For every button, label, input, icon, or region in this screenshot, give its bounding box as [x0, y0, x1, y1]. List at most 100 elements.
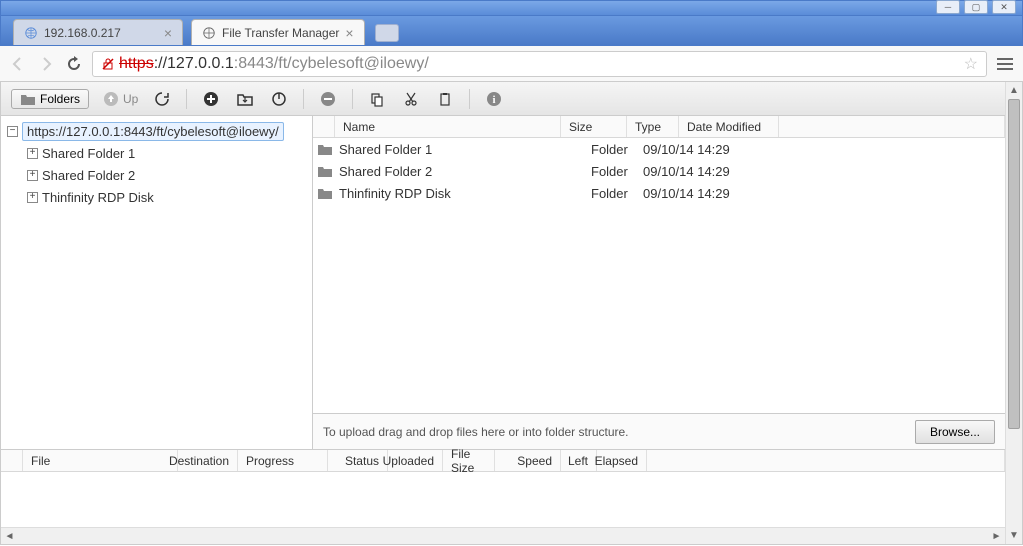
- column-type[interactable]: Type: [627, 116, 679, 137]
- window-maximize-button[interactable]: ▢: [964, 0, 988, 14]
- tab-title: 192.168.0.217: [44, 26, 158, 40]
- column-date[interactable]: Date Modified: [679, 116, 779, 137]
- scroll-right-icon[interactable]: ►: [988, 528, 1005, 544]
- forward-button[interactable]: [36, 54, 56, 74]
- file-list-header: Name Size Type Date Modified: [313, 116, 1005, 138]
- bookmark-star-icon[interactable]: ☆: [964, 54, 978, 74]
- column-left[interactable]: Left: [561, 450, 597, 471]
- info-button[interactable]: i: [484, 89, 504, 109]
- column-handle[interactable]: [313, 116, 335, 137]
- separator: [186, 89, 187, 109]
- file-name: Shared Folder 2: [335, 164, 525, 179]
- progress-body: [1, 472, 1005, 527]
- folders-label: Folders: [40, 92, 80, 106]
- folder-icon: [317, 164, 335, 178]
- file-row[interactable]: Shared Folder 2 Folder 09/10/14 14:29: [313, 160, 1005, 182]
- window-minimize-button[interactable]: ─: [936, 0, 960, 14]
- column-destination[interactable]: Destination: [178, 450, 238, 471]
- column-status[interactable]: Status: [328, 450, 388, 471]
- scroll-left-icon[interactable]: ◄: [1, 529, 18, 545]
- column-file[interactable]: File: [23, 450, 178, 471]
- file-name: Shared Folder 1: [335, 142, 525, 157]
- file-type: Folder: [591, 142, 643, 157]
- copy-button[interactable]: [367, 89, 387, 109]
- delete-button[interactable]: [318, 89, 338, 109]
- up-label: Up: [123, 92, 138, 106]
- progress-panel: File Destination Progress Status Uploade…: [1, 449, 1005, 544]
- tree-root[interactable]: − https://127.0.0.1:8443/ft/cybelesoft@i…: [7, 120, 306, 142]
- window-close-button[interactable]: ✕: [992, 0, 1016, 14]
- collapse-icon[interactable]: −: [7, 126, 18, 137]
- file-type: Folder: [591, 164, 643, 179]
- column-filesize[interactable]: File Size: [443, 450, 495, 471]
- insecure-lock-icon: [101, 57, 115, 71]
- file-row[interactable]: Thinfinity RDP Disk Folder 09/10/14 14:2…: [313, 182, 1005, 204]
- folders-toggle-button[interactable]: Folders: [11, 89, 89, 109]
- tree-item[interactable]: + Shared Folder 1: [7, 142, 306, 164]
- tab-close-button[interactable]: ×: [164, 25, 172, 41]
- upload-dropzone[interactable]: To upload drag and drop files here or in…: [313, 413, 1005, 449]
- expand-icon[interactable]: +: [27, 170, 38, 181]
- refresh-button[interactable]: [152, 89, 172, 109]
- column-handle[interactable]: [1, 450, 23, 471]
- new-folder-button[interactable]: [201, 89, 221, 109]
- svg-text:i: i: [493, 94, 496, 106]
- file-date: 09/10/14 14:29: [643, 142, 743, 157]
- separator: [469, 89, 470, 109]
- file-list[interactable]: Shared Folder 1 Folder 09/10/14 14:29 Sh…: [313, 138, 1005, 413]
- separator: [352, 89, 353, 109]
- scroll-thumb[interactable]: [1008, 99, 1020, 429]
- column-spacer: [647, 450, 1005, 471]
- folder-icon: [317, 186, 335, 200]
- paste-button[interactable]: [435, 89, 455, 109]
- tree-item-label: Shared Folder 2: [42, 168, 135, 183]
- new-tab-button[interactable]: [375, 24, 399, 42]
- tab-close-button[interactable]: ×: [345, 25, 353, 41]
- file-row[interactable]: Shared Folder 1 Folder 09/10/14 14:29: [313, 138, 1005, 160]
- window-titlebar: ─ ▢ ✕: [0, 0, 1023, 16]
- power-button[interactable]: [269, 89, 289, 109]
- tab-title: File Transfer Manager: [222, 26, 339, 40]
- browser-tab-strip: 192.168.0.217 × File Transfer Manager ×: [0, 16, 1023, 46]
- up-button[interactable]: Up: [103, 91, 138, 107]
- expand-icon[interactable]: +: [27, 148, 38, 159]
- url-port: :8443: [234, 55, 274, 73]
- tree-item[interactable]: + Thinfinity RDP Disk: [7, 186, 306, 208]
- horizontal-scrollbar[interactable]: ◄ ►: [1, 527, 1005, 544]
- file-date: 09/10/14 14:29: [643, 186, 743, 201]
- url-domain: ://127.0.0.1: [154, 55, 234, 73]
- browser-tab[interactable]: File Transfer Manager ×: [191, 19, 365, 45]
- column-speed[interactable]: Speed: [495, 450, 561, 471]
- column-size[interactable]: Size: [561, 116, 627, 137]
- cut-button[interactable]: [401, 89, 421, 109]
- hamburger-menu-button[interactable]: [995, 54, 1015, 74]
- download-button[interactable]: [235, 89, 255, 109]
- scroll-down-icon[interactable]: ▼: [1006, 527, 1022, 544]
- tree-item[interactable]: + Shared Folder 2: [7, 164, 306, 186]
- column-name[interactable]: Name: [335, 116, 561, 137]
- tree-item-label: Thinfinity RDP Disk: [42, 190, 154, 205]
- back-button[interactable]: [8, 54, 28, 74]
- browse-button[interactable]: Browse...: [915, 420, 995, 444]
- scroll-up-icon[interactable]: ▲: [1006, 82, 1022, 99]
- reload-button[interactable]: [64, 54, 84, 74]
- column-spacer: [779, 116, 1005, 137]
- url-scheme: https: [119, 55, 154, 73]
- dropzone-text: To upload drag and drop files here or in…: [323, 425, 629, 439]
- column-progress[interactable]: Progress: [238, 450, 328, 471]
- vertical-scrollbar[interactable]: ▲ ▼: [1005, 82, 1022, 544]
- file-date: 09/10/14 14:29: [643, 164, 743, 179]
- expand-icon[interactable]: +: [27, 192, 38, 203]
- folder-tree: − https://127.0.0.1:8443/ft/cybelesoft@i…: [1, 116, 313, 449]
- column-uploaded[interactable]: Uploaded: [388, 450, 443, 471]
- column-elapsed[interactable]: Elapsed: [597, 450, 647, 471]
- file-name: Thinfinity RDP Disk: [335, 186, 525, 201]
- file-type: Folder: [591, 186, 643, 201]
- separator: [303, 89, 304, 109]
- tree-item-label: Shared Folder 1: [42, 146, 135, 161]
- tree-root-label: https://127.0.0.1:8443/ft/cybelesoft@ilo…: [22, 122, 284, 141]
- progress-header: File Destination Progress Status Uploade…: [1, 450, 1005, 472]
- address-bar[interactable]: https ://127.0.0.1 :8443 /ft/cybelesoft@…: [92, 51, 987, 77]
- browser-tab[interactable]: 192.168.0.217 ×: [13, 19, 183, 45]
- folder-icon: [317, 142, 335, 156]
